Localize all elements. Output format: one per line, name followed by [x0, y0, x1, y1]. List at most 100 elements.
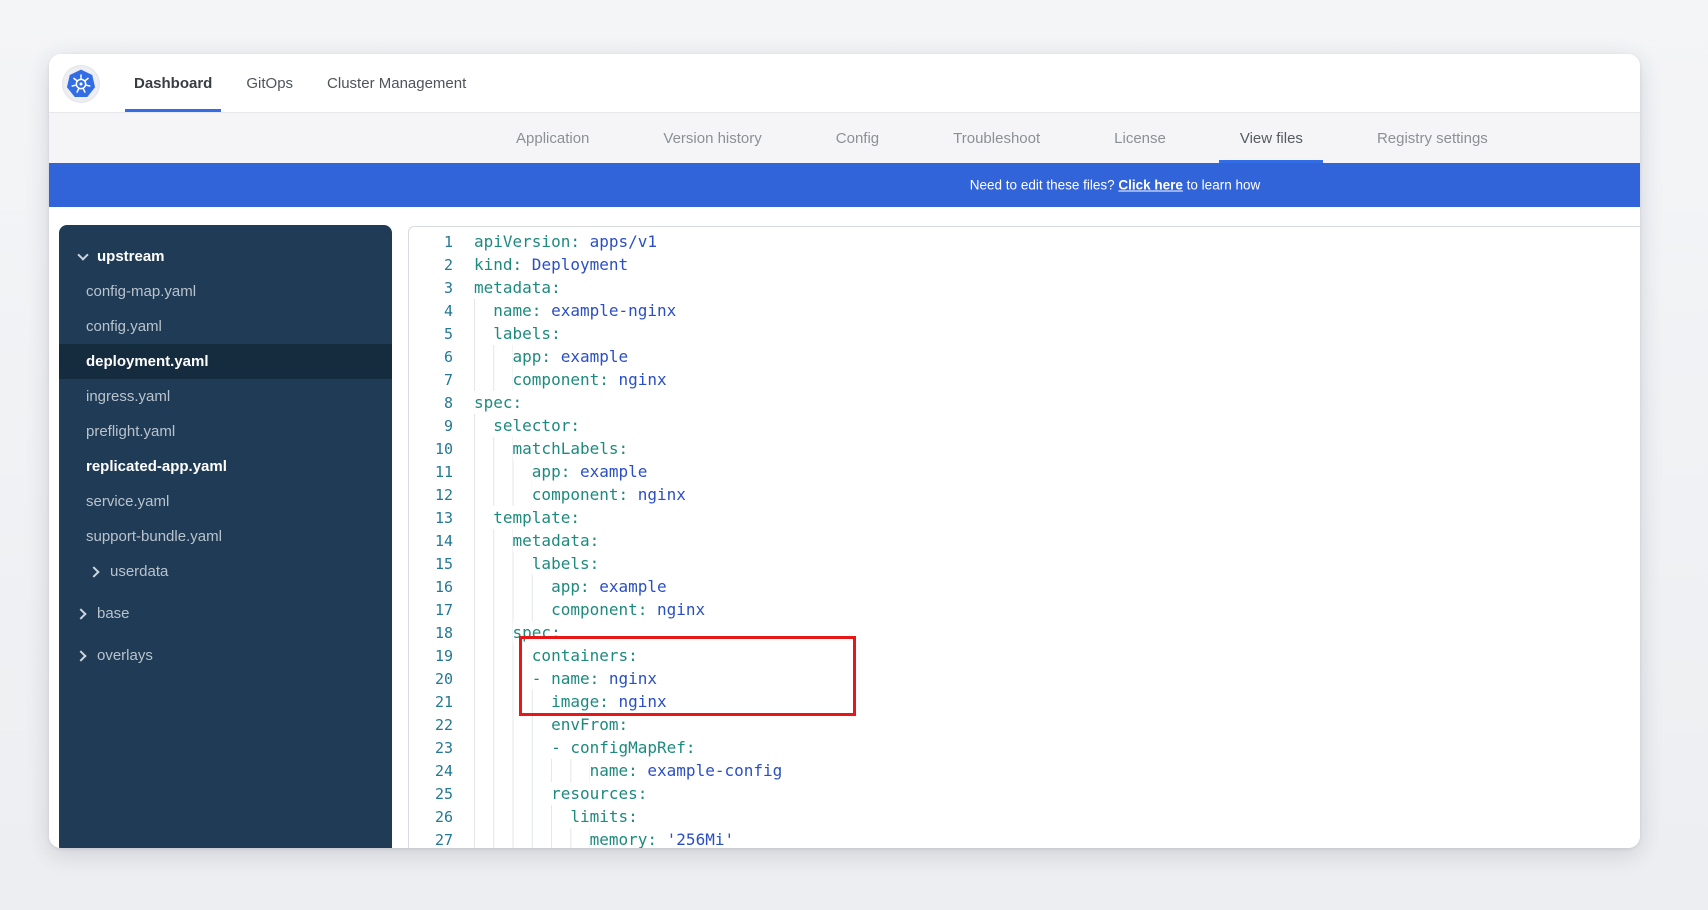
- yaml-editor[interactable]: 1apiVersion: apps/v12kind: Deployment3me…: [408, 226, 1640, 848]
- yaml-key: metadata:: [474, 278, 561, 297]
- indent-guides: [474, 299, 493, 322]
- admin-console-window: DashboardGitOpsCluster Management Applic…: [49, 54, 1640, 848]
- file-tree-item-upstream[interactable]: upstream: [59, 239, 392, 274]
- code-line: 12 component: nginx: [409, 483, 1640, 506]
- indent-guides: [474, 322, 493, 345]
- app-tab-troubleshoot[interactable]: Troubleshoot: [916, 113, 1077, 163]
- file-tree-item-base[interactable]: base: [59, 596, 392, 631]
- yaml-key: matchLabels:: [513, 439, 629, 458]
- file-tree-item-config-map-yaml[interactable]: config-map.yaml: [59, 274, 392, 309]
- yaml-value: example: [570, 462, 647, 481]
- code-text: selector:: [474, 414, 580, 437]
- line-number: 12: [409, 486, 453, 504]
- primary-tab-dashboard[interactable]: Dashboard: [117, 54, 229, 112]
- yaml-value: nginx: [609, 370, 667, 389]
- click-here-link[interactable]: Click here: [1118, 178, 1183, 193]
- code-line: 7component: nginx: [409, 368, 1640, 391]
- line-number: 1: [409, 233, 453, 251]
- code-line: 4 name: example-nginx: [409, 299, 1640, 322]
- file-tree-item-support-bundle-yaml[interactable]: support-bundle.yaml: [59, 519, 392, 554]
- indent-guides: [474, 345, 513, 368]
- app-tab-license[interactable]: License: [1077, 113, 1203, 163]
- code-text: apiVersion: apps/v1: [474, 230, 657, 253]
- primary-nav: DashboardGitOpsCluster Management: [117, 54, 483, 112]
- primary-tab-cluster-management[interactable]: Cluster Management: [310, 54, 483, 112]
- code-line: 6app: example: [409, 345, 1640, 368]
- code-line: 17component: nginx: [409, 598, 1640, 621]
- indent-guides: [474, 437, 513, 460]
- app-tab-view-files[interactable]: View files: [1203, 113, 1340, 163]
- code-text: memory: '256Mi': [474, 828, 734, 848]
- line-number: 4: [409, 302, 453, 320]
- indent-guides: [474, 736, 551, 759]
- code-text: app: example: [474, 575, 667, 598]
- file-tree-label: ingress.yaml: [86, 388, 170, 405]
- code-text: metadata:: [474, 529, 599, 552]
- line-number: 6: [409, 348, 453, 366]
- file-tree-label: support-bundle.yaml: [86, 528, 222, 545]
- edit-files-banner: Need to edit these files? Click here to …: [49, 163, 1640, 207]
- app-tab-config[interactable]: Config: [799, 113, 916, 163]
- app-tab-version-history[interactable]: Version history: [626, 113, 798, 163]
- yaml-key: spec:: [513, 623, 561, 642]
- code-line: 9 selector:: [409, 414, 1640, 437]
- primary-tab-gitops[interactable]: GitOps: [229, 54, 310, 112]
- code-text: metadata:: [474, 276, 561, 299]
- code-text: envFrom:: [474, 713, 628, 736]
- line-number: 13: [409, 509, 453, 527]
- line-number: 26: [409, 808, 453, 826]
- code-line: 21image: nginx: [409, 690, 1640, 713]
- yaml-value: apps/v1: [580, 232, 657, 251]
- banner-prefix: Need to edit these files?: [970, 178, 1119, 193]
- yaml-key: app:: [551, 577, 590, 596]
- line-number: 3: [409, 279, 453, 297]
- line-number: 9: [409, 417, 453, 435]
- file-tree-item-config-yaml[interactable]: config.yaml: [59, 309, 392, 344]
- file-tree-item-overlays[interactable]: overlays: [59, 638, 392, 673]
- code-line: 22 envFrom:: [409, 713, 1640, 736]
- code-line: 15labels:: [409, 552, 1640, 575]
- yaml-key: resources:: [551, 784, 647, 803]
- yaml-key: kind:: [474, 255, 522, 274]
- code-text: - name: nginx: [474, 667, 657, 690]
- code-text: name: example-nginx: [474, 299, 676, 322]
- indent-guides: [474, 368, 513, 391]
- file-tree-item-userdata[interactable]: userdata: [59, 554, 392, 589]
- yaml-key: template:: [493, 508, 580, 527]
- file-tree-item-ingress-yaml[interactable]: ingress.yaml: [59, 379, 392, 414]
- yaml-value: nginx: [647, 600, 705, 619]
- indent-guides: [474, 759, 590, 782]
- kubernetes-logo-icon[interactable]: [63, 66, 99, 102]
- yaml-key: labels:: [532, 554, 599, 573]
- banner-suffix: to learn how: [1183, 178, 1260, 193]
- code-text: component: nginx: [474, 483, 686, 506]
- file-tree-item-preflight-yaml[interactable]: preflight.yaml: [59, 414, 392, 449]
- yaml-key: name:: [493, 301, 541, 320]
- code-text: component: nginx: [474, 368, 667, 391]
- line-number: 14: [409, 532, 453, 550]
- code-line: 11app: example: [409, 460, 1640, 483]
- code-text: containers:: [474, 644, 638, 667]
- yaml-key: labels:: [493, 324, 560, 343]
- code-line: 8spec:: [409, 391, 1640, 414]
- yaml-key: name:: [590, 761, 638, 780]
- code-line: 25resources:: [409, 782, 1640, 805]
- indent-guides: [474, 506, 493, 529]
- indent-guides: [474, 644, 532, 667]
- yaml-value: Deployment: [522, 255, 628, 274]
- code-text: resources:: [474, 782, 647, 805]
- file-tree-label: config-map.yaml: [86, 283, 196, 300]
- indent-guides: [474, 529, 513, 552]
- app-tab-application[interactable]: Application: [479, 113, 626, 163]
- file-tree-item-replicated-app-yaml[interactable]: replicated-app.yaml: [59, 449, 392, 484]
- app-tab-registry-settings[interactable]: Registry settings: [1340, 113, 1525, 163]
- yaml-value: nginx: [609, 692, 667, 711]
- file-tree-item-service-yaml[interactable]: service.yaml: [59, 484, 392, 519]
- yaml-key: name:: [551, 669, 599, 688]
- code-text: name: example-config: [474, 759, 782, 782]
- code-text: limits:: [474, 805, 638, 828]
- line-number: 17: [409, 601, 453, 619]
- file-tree-item-deployment-yaml[interactable]: deployment.yaml: [59, 344, 392, 379]
- line-number: 22: [409, 716, 453, 734]
- indent-guides: [474, 782, 551, 805]
